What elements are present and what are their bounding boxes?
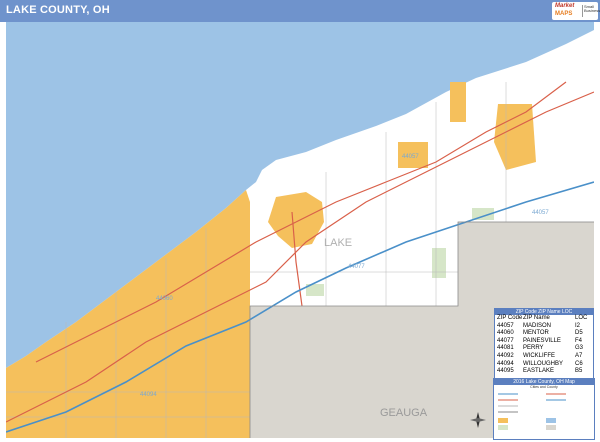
logo-line-3: Small Business: [582, 5, 600, 17]
name-cell: PAINESVILLE: [523, 337, 561, 344]
table-row: 44060 MENTOR D5: [495, 330, 593, 338]
park-1: [432, 248, 446, 278]
zip-cell: 44057: [497, 322, 514, 329]
county-label-geauga: GEAUGA: [380, 407, 428, 419]
zip-label-1: 44057: [402, 154, 419, 160]
loc-cell: C6: [575, 360, 583, 367]
zip-cell: 44092: [497, 352, 514, 359]
loc-cell: A7: [575, 352, 583, 359]
table-row: 44095 EASTLAKE B5: [495, 368, 593, 376]
title-bar: LAKE COUNTY, OH Market MAPS Small Busine…: [0, 0, 600, 22]
table-row: 44077 PAINESVILLE F4: [495, 338, 593, 346]
zip-cell: 44077: [497, 337, 514, 344]
table-row: 44092 WICKLIFFE A7: [495, 353, 593, 361]
zip-cell: 44095: [497, 368, 514, 375]
column-zip-code: ZIP Code: [497, 315, 523, 321]
loc-cell: F4: [575, 337, 583, 344]
zip-cell: 44081: [497, 345, 514, 352]
name-cell: MADISON: [523, 322, 552, 329]
map-poster: LAKE COUNTY, OH Market MAPS Small Busine…: [0, 0, 600, 442]
logo-line-2: MAPS: [555, 11, 573, 17]
legend-symbols: [498, 393, 566, 430]
map-legend: 2016 Lake County, OH Map Cities and Coun…: [493, 378, 595, 440]
county-label-lake: LAKE: [324, 237, 352, 249]
name-cell: EASTLAKE: [523, 368, 555, 375]
table-row: 44057 MADISON I2: [495, 323, 593, 331]
name-cell: WILLOUGHBY: [523, 360, 564, 367]
zip-cell: 44060: [497, 330, 514, 337]
zip-cell: 44094: [497, 360, 514, 367]
page-title: LAKE COUNTY, OH: [6, 4, 110, 16]
zip-label-2: 44077: [348, 264, 365, 270]
zip-code-table: ZIP Code ZIP Name LOC ZIP Code ZIP Name …: [494, 308, 594, 388]
loc-cell: B5: [575, 368, 583, 375]
name-cell: MENTOR: [523, 330, 549, 337]
zip-label-5: 44094: [140, 392, 157, 398]
loc-cell: I2: [575, 322, 581, 329]
urban-area-north-perry: [450, 82, 466, 122]
table-row: 44094 WILLOUGHBY C6: [495, 361, 593, 369]
table-row: 44081 PERRY G3: [495, 345, 593, 353]
column-zip-name: ZIP Name: [523, 315, 550, 321]
logo-line-1: Market: [555, 3, 575, 9]
zip-label-3: 44060: [156, 296, 173, 302]
zip-label-4: 44057: [532, 210, 549, 216]
name-cell: PERRY: [523, 345, 544, 352]
column-loc: LOC: [575, 315, 588, 321]
loc-cell: D5: [575, 330, 583, 337]
loc-cell: G3: [575, 345, 584, 352]
name-cell: WICKLIFFE: [523, 352, 556, 359]
zip-table-columns: ZIP Code ZIP Name LOC: [495, 315, 593, 323]
brand-logo: Market MAPS Small Business: [552, 2, 600, 20]
